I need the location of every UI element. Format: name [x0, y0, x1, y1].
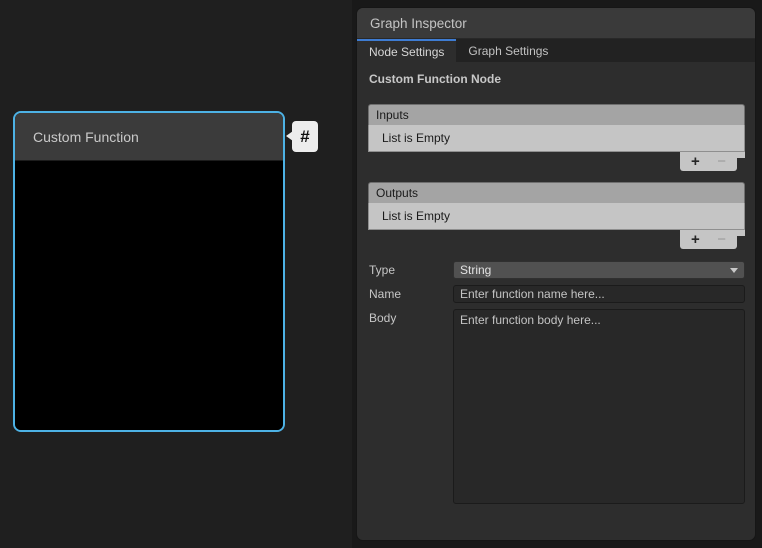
graph-canvas[interactable]: Custom Function #: [0, 0, 352, 548]
name-field-row: Name: [369, 285, 745, 303]
hash-badge-glyph: #: [300, 127, 309, 147]
type-dropdown-value: String: [460, 263, 491, 277]
inputs-footer-notch: [737, 152, 745, 158]
section-heading: Custom Function Node: [369, 72, 743, 86]
inspector-title: Graph Inspector: [370, 16, 467, 31]
type-dropdown[interactable]: String: [453, 261, 745, 279]
hash-badge-icon[interactable]: #: [292, 121, 318, 152]
outputs-footer-buttons: + −: [680, 230, 737, 249]
body-label: Body: [369, 311, 453, 325]
tab-node-settings[interactable]: Node Settings: [357, 39, 456, 62]
tab-graph-settings-label: Graph Settings: [468, 44, 548, 58]
graph-inspector-panel: Graph Inspector Node Settings Graph Sett…: [357, 8, 755, 540]
function-name-input[interactable]: [453, 285, 745, 303]
body-field-row: Body: [369, 309, 745, 504]
inputs-list-header-label: Inputs: [376, 108, 409, 122]
outputs-list-header: Outputs: [368, 182, 745, 203]
outputs-empty-label: List is Empty: [382, 209, 450, 223]
inputs-list-empty-row: List is Empty: [368, 125, 745, 152]
outputs-list-header-label: Outputs: [376, 186, 418, 200]
node-settings-fields: Type String Name Body: [357, 261, 755, 504]
tab-node-settings-label: Node Settings: [369, 45, 444, 59]
outputs-list-empty-row: List is Empty: [368, 203, 745, 230]
inputs-remove-button[interactable]: −: [711, 153, 733, 170]
type-label: Type: [369, 263, 453, 277]
inspector-titlebar[interactable]: Graph Inspector: [357, 8, 755, 39]
inputs-list-footer: + −: [368, 152, 745, 171]
outputs-remove-button[interactable]: −: [711, 231, 733, 248]
node-header[interactable]: Custom Function: [15, 113, 283, 161]
inputs-empty-label: List is Empty: [382, 131, 450, 145]
node-preview-body: [15, 161, 283, 432]
type-field-row: Type String: [369, 261, 745, 279]
inspector-tab-bar: Node Settings Graph Settings: [357, 39, 755, 62]
outputs-list: Outputs List is Empty + −: [368, 182, 745, 249]
inputs-add-button[interactable]: +: [684, 153, 706, 170]
chevron-down-icon: [730, 268, 738, 273]
inputs-footer-buttons: + −: [680, 152, 737, 171]
name-label: Name: [369, 287, 453, 301]
outputs-add-button[interactable]: +: [684, 231, 706, 248]
node-title: Custom Function: [33, 129, 139, 145]
outputs-footer-notch: [737, 230, 745, 236]
inputs-list-header: Inputs: [368, 104, 745, 125]
outputs-list-footer: + −: [368, 230, 745, 249]
tab-graph-settings[interactable]: Graph Settings: [456, 39, 560, 62]
inputs-list: Inputs List is Empty + −: [368, 104, 745, 171]
function-body-textarea[interactable]: [453, 309, 745, 504]
custom-function-node[interactable]: Custom Function: [13, 111, 285, 432]
